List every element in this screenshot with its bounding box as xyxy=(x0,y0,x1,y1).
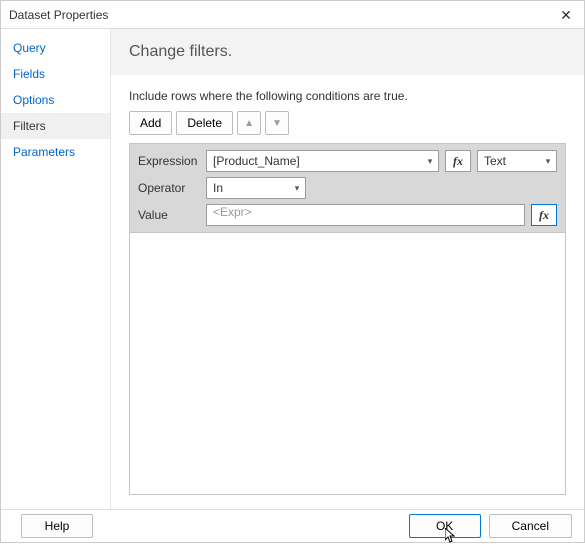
footer: Help OK Cancel xyxy=(1,509,584,542)
ok-label: OK xyxy=(436,519,453,533)
sidebar-item-fields[interactable]: Fields xyxy=(1,61,110,87)
sidebar: Query Fields Options Filters Parameters xyxy=(1,29,111,509)
sidebar-item-label: Filters xyxy=(13,119,46,133)
page-title: Change filters. xyxy=(111,29,584,75)
operator-value: In xyxy=(207,181,289,195)
operator-combo[interactable]: In ▾ xyxy=(206,177,306,199)
sidebar-item-parameters[interactable]: Parameters xyxy=(1,139,110,165)
filter-toolbar: Add Delete ▲ ▼ xyxy=(129,111,566,135)
content: Change filters. Include rows where the f… xyxy=(111,29,584,509)
expression-fx-button[interactable]: fx xyxy=(445,150,471,172)
operator-row: Operator In ▾ xyxy=(138,177,557,199)
expression-label: Expression xyxy=(138,154,200,168)
move-down-icon[interactable]: ▼ xyxy=(265,111,289,135)
value-fx-button[interactable]: fx xyxy=(531,204,557,226)
type-combo[interactable]: Text ▾ xyxy=(477,150,557,172)
chevron-down-icon: ▾ xyxy=(422,156,438,167)
content-body: Include rows where the following conditi… xyxy=(111,75,584,509)
type-value: Text xyxy=(478,154,540,168)
delete-button[interactable]: Delete xyxy=(176,111,233,135)
expression-row: Expression [Product_Name] ▾ fx Text ▾ xyxy=(138,150,557,172)
value-row: Value <Expr> fx xyxy=(138,204,557,226)
chevron-down-icon: ▾ xyxy=(289,183,305,194)
operator-label: Operator xyxy=(138,181,200,195)
ok-button[interactable]: OK xyxy=(409,514,481,538)
sidebar-item-label: Fields xyxy=(13,67,45,81)
window-title: Dataset Properties xyxy=(9,8,108,22)
close-icon[interactable]: ✕ xyxy=(556,8,576,22)
cancel-button[interactable]: Cancel xyxy=(489,514,572,538)
titlebar: Dataset Properties ✕ xyxy=(1,1,584,29)
sidebar-item-query[interactable]: Query xyxy=(1,35,110,61)
filter-editor: Expression [Product_Name] ▾ fx Text ▾ Op… xyxy=(129,143,566,233)
chevron-down-icon: ▾ xyxy=(540,156,556,167)
sidebar-item-label: Options xyxy=(13,93,54,107)
expression-value: [Product_Name] xyxy=(207,154,422,168)
main-area: Query Fields Options Filters Parameters … xyxy=(1,29,584,509)
value-input[interactable]: <Expr> xyxy=(206,204,525,226)
instruction-text: Include rows where the following conditi… xyxy=(129,89,566,103)
add-button[interactable]: Add xyxy=(129,111,172,135)
sidebar-item-label: Query xyxy=(13,41,46,55)
sidebar-item-filters[interactable]: Filters xyxy=(1,113,110,139)
sidebar-item-options[interactable]: Options xyxy=(1,87,110,113)
move-up-icon[interactable]: ▲ xyxy=(237,111,261,135)
sidebar-item-label: Parameters xyxy=(13,145,75,159)
help-button[interactable]: Help xyxy=(21,514,93,538)
expression-combo[interactable]: [Product_Name] ▾ xyxy=(206,150,439,172)
value-label: Value xyxy=(138,208,200,222)
filter-list-area xyxy=(129,233,566,495)
